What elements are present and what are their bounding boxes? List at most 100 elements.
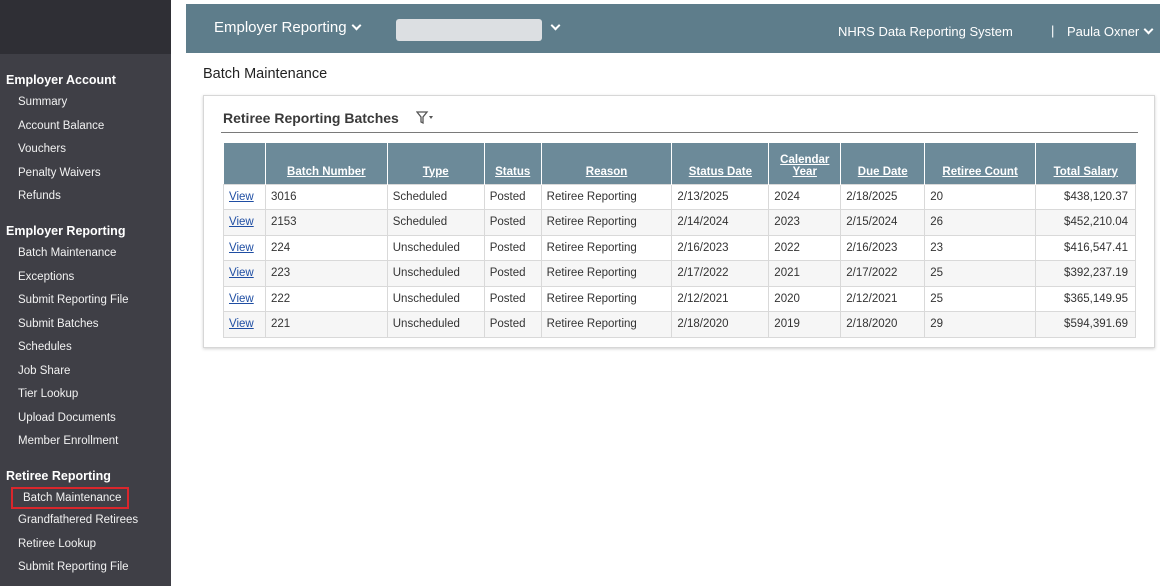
chevron-down-icon [351, 20, 362, 31]
sidebar-item-summary[interactable]: Summary [6, 91, 171, 115]
sidebar-item-exceptions[interactable]: Exceptions [6, 266, 171, 290]
column-header-reason[interactable]: Reason [540, 143, 672, 184]
view-link[interactable]: View [223, 209, 266, 236]
batch-number-cell: 222 [264, 285, 388, 312]
table-row: View 221 Unscheduled Posted Retiree Repo… [223, 311, 1136, 338]
sidebar-item-schedules[interactable]: Schedules [6, 336, 171, 360]
table-row: View 223 Unscheduled Posted Retiree Repo… [223, 260, 1136, 287]
view-link[interactable]: View [223, 311, 266, 338]
table-header-row: Batch Number Type Status Reason Status D… [223, 143, 1136, 184]
total-salary-cell: $452,210.04 [1035, 209, 1136, 236]
status-cell: Posted [483, 311, 542, 338]
employer-select-toggle[interactable] [546, 19, 561, 37]
chevron-down-icon [550, 20, 561, 31]
sidebar-item-upload-documents[interactable]: Upload Documents [6, 407, 171, 431]
system-name: NHRS Data Reporting System [838, 24, 1013, 39]
view-link[interactable]: View [223, 260, 266, 287]
column-header-status-date[interactable]: Status Date [671, 143, 769, 184]
user-menu[interactable]: Paula Oxner [1067, 24, 1154, 39]
retiree-count-cell: 25 [924, 260, 1036, 287]
column-header-status[interactable]: Status [483, 143, 542, 184]
due-date-cell: 2/17/2022 [840, 260, 926, 287]
retiree-count-cell: 20 [924, 183, 1036, 210]
reason-cell: Retiree Reporting [540, 285, 673, 312]
user-name: Paula Oxner [1067, 24, 1140, 39]
column-header-total-salary[interactable]: Total Salary [1035, 143, 1136, 184]
sidebar-item-retiree-batch-maintenance[interactable]: Batch Maintenance [11, 487, 130, 509]
panel-title: Retiree Reporting Batches [223, 110, 399, 126]
employer-reporting-menu-label: Employer Reporting [214, 19, 347, 36]
sidebar-item-submit-reporting-file[interactable]: Submit Reporting File [6, 289, 171, 313]
column-header-type[interactable]: Type [386, 143, 485, 184]
sidebar-section-employer-account: Employer Account Summary Account Balance… [0, 69, 171, 209]
sidebar-item-batch-maintenance[interactable]: Batch Maintenance [6, 242, 171, 266]
sidebar-item-job-share[interactable]: Job Share [6, 360, 171, 384]
sidebar-item-grandfathered-retirees[interactable]: Grandfathered Retirees [6, 509, 171, 533]
total-salary-cell: $392,237.19 [1035, 260, 1136, 287]
due-date-cell: 2/15/2024 [840, 209, 926, 236]
sidebar-item-refunds[interactable]: Refunds [6, 185, 171, 209]
view-link[interactable]: View [223, 183, 266, 210]
table-row: View 2153 Scheduled Posted Retiree Repor… [223, 209, 1136, 236]
status-date-cell: 2/12/2021 [671, 285, 770, 312]
sidebar-item-vouchers[interactable]: Vouchers [6, 138, 171, 162]
sidebar-section-retiree-reporting: Retiree Reporting Batch Maintenance Gran… [0, 465, 171, 580]
status-cell: Posted [483, 183, 542, 210]
sidebar-item-tier-lookup[interactable]: Tier Lookup [6, 383, 171, 407]
sidebar-item-retiree-submit-reporting-file[interactable]: Submit Reporting File [6, 556, 171, 580]
due-date-cell: 2/12/2021 [840, 285, 926, 312]
batches-table: Batch Number Type Status Reason Status D… [223, 143, 1136, 338]
retiree-count-cell: 29 [924, 311, 1036, 338]
status-cell: Posted [483, 234, 542, 261]
reason-cell: Retiree Reporting [540, 260, 673, 287]
table-row: View 3016 Scheduled Posted Retiree Repor… [223, 183, 1136, 210]
status-cell: Posted [483, 285, 542, 312]
batch-number-cell: 2153 [264, 209, 388, 236]
type-cell: Unscheduled [386, 285, 485, 312]
sidebar-item-retiree-lookup[interactable]: Retiree Lookup [6, 533, 171, 557]
calendar-year-cell: 2021 [768, 260, 842, 287]
panel-divider [221, 132, 1138, 133]
sidebar-item-submit-batches[interactable]: Submit Batches [6, 313, 171, 337]
total-salary-cell: $416,547.41 [1035, 234, 1136, 261]
type-cell: Unscheduled [386, 260, 485, 287]
retiree-count-cell: 26 [924, 209, 1036, 236]
sidebar-item-account-balance[interactable]: Account Balance [6, 115, 171, 139]
status-date-cell: 2/16/2023 [671, 234, 770, 261]
column-header-retiree-count[interactable]: Retiree Count [924, 143, 1036, 184]
column-header-due-date[interactable]: Due Date [840, 143, 925, 184]
type-cell: Unscheduled [386, 311, 485, 338]
sidebar-heading-retiree-reporting: Retiree Reporting [6, 469, 111, 483]
type-cell: Scheduled [386, 183, 485, 210]
sidebar-heading-employer-reporting: Employer Reporting [6, 224, 126, 238]
due-date-cell: 2/18/2025 [840, 183, 926, 210]
batch-number-cell: 221 [264, 311, 388, 338]
header-separator: | [1051, 23, 1055, 38]
retiree-count-cell: 25 [924, 285, 1036, 312]
total-salary-cell: $365,149.95 [1035, 285, 1136, 312]
sidebar-top-strip [0, 0, 171, 54]
sidebar-section-employer-reporting: Employer Reporting Batch Maintenance Exc… [0, 220, 171, 454]
sidebar-item-penalty-waivers[interactable]: Penalty Waivers [6, 162, 171, 186]
chevron-down-icon [1143, 24, 1154, 35]
top-navigation-bar: Employer Reporting NHRS Data Reporting S… [186, 4, 1160, 53]
sidebar-item-member-enrollment[interactable]: Member Enrollment [6, 430, 171, 454]
calendar-year-cell: 2020 [768, 285, 842, 312]
employer-reporting-menu[interactable]: Employer Reporting [214, 19, 362, 36]
column-header-action [223, 143, 266, 184]
column-header-calendar-year[interactable]: Calendar Year [768, 143, 841, 184]
column-header-batch-number[interactable]: Batch Number [264, 143, 388, 184]
calendar-year-cell: 2022 [768, 234, 842, 261]
table-row: View 224 Unscheduled Posted Retiree Repo… [223, 234, 1136, 261]
employer-select[interactable] [396, 19, 542, 41]
view-link[interactable]: View [223, 285, 266, 312]
batch-number-cell: 3016 [264, 183, 388, 210]
total-salary-cell: $438,120.37 [1035, 183, 1136, 210]
sidebar-heading-employer-account: Employer Account [6, 73, 116, 87]
filter-icon[interactable] [416, 111, 434, 125]
status-date-cell: 2/14/2024 [671, 209, 770, 236]
view-link[interactable]: View [223, 234, 266, 261]
due-date-cell: 2/18/2020 [840, 311, 926, 338]
reason-cell: Retiree Reporting [540, 311, 673, 338]
table-row: View 222 Unscheduled Posted Retiree Repo… [223, 285, 1136, 312]
